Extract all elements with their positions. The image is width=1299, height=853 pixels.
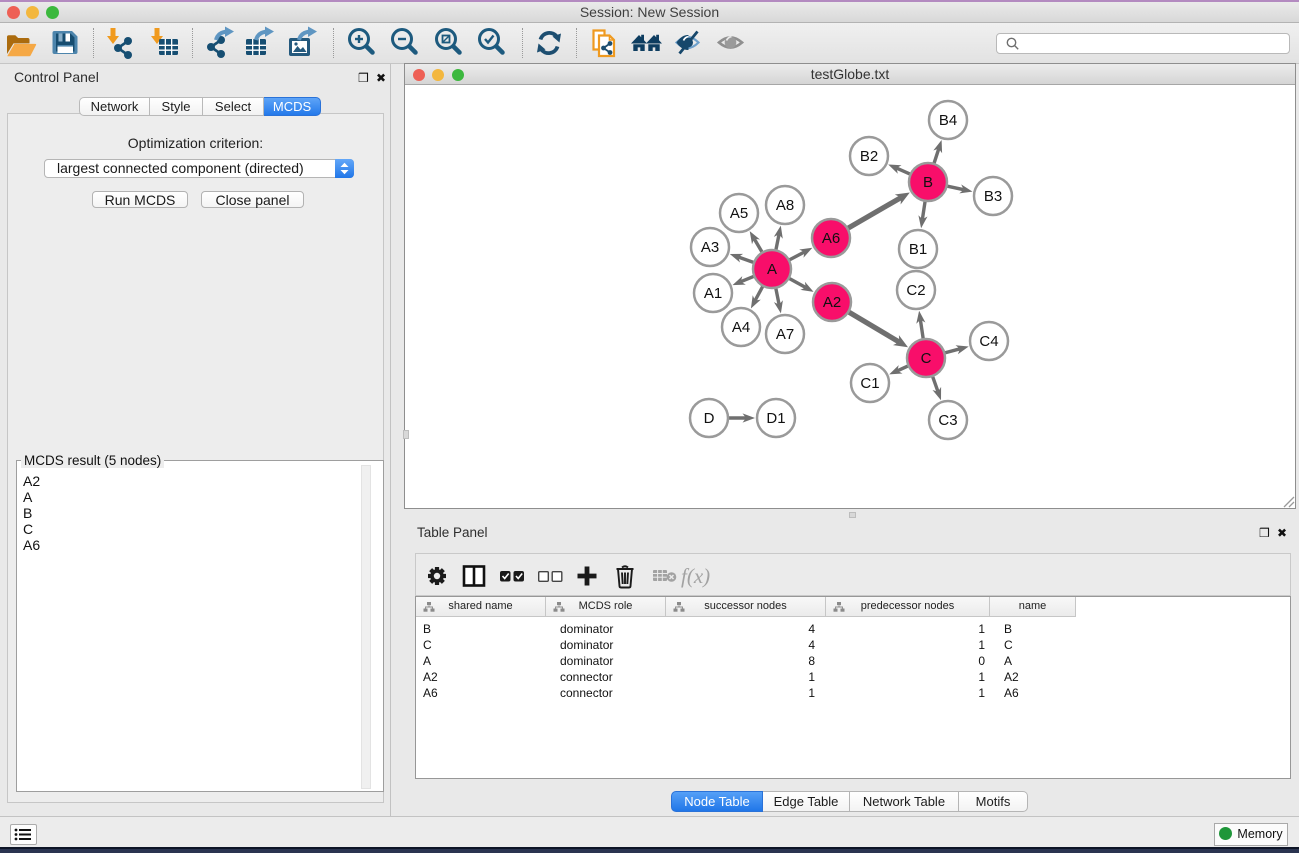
svg-text:A: A [767, 261, 777, 278]
svg-text:C1: C1 [860, 375, 879, 392]
svg-text:B2: B2 [860, 148, 878, 165]
svg-text:C4: C4 [979, 333, 998, 350]
svg-text:A7: A7 [776, 326, 794, 343]
svg-text:A2: A2 [823, 294, 841, 311]
svg-text:A8: A8 [776, 197, 794, 214]
svg-text:C3: C3 [938, 412, 957, 429]
svg-text:A4: A4 [732, 319, 750, 336]
svg-text:B4: B4 [939, 112, 957, 129]
svg-text:A1: A1 [704, 285, 722, 302]
svg-text:f(x): f(x) [681, 564, 710, 588]
svg-text:D: D [704, 410, 715, 427]
svg-text:D1: D1 [766, 410, 785, 427]
svg-text:A3: A3 [701, 239, 719, 256]
svg-text:A6: A6 [822, 230, 840, 247]
svg-text:C2: C2 [906, 282, 925, 299]
svg-text:A5: A5 [730, 205, 748, 222]
svg-text:B1: B1 [909, 241, 927, 258]
svg-text:C: C [921, 350, 932, 367]
svg-text:B: B [923, 174, 933, 191]
svg-text:B3: B3 [984, 188, 1002, 205]
